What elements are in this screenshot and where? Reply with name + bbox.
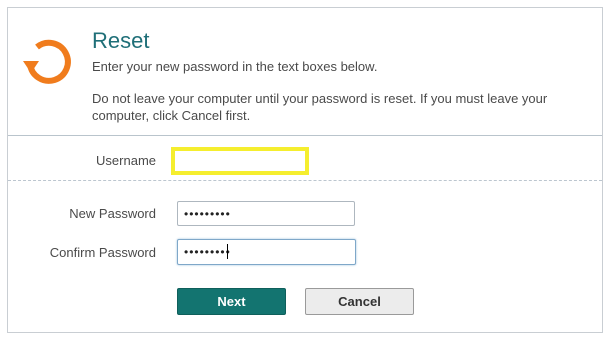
username-field[interactable] (171, 147, 309, 175)
cancel-button[interactable]: Cancel (305, 288, 414, 315)
header: Reset Enter your new password in the tex… (8, 8, 602, 136)
text-caret (227, 244, 228, 259)
confirm-password-label: Confirm Password (49, 245, 156, 260)
warning-text: Do not leave your computer until your pa… (92, 91, 548, 123)
reset-password-panel: Reset Enter your new password in the tex… (7, 7, 603, 333)
divider (8, 180, 602, 181)
new-password-field[interactable] (177, 201, 355, 226)
confirm-password-field[interactable] (177, 239, 356, 265)
page-subtitle: Enter your new password in the text boxe… (92, 59, 378, 74)
page-title: Reset (92, 28, 150, 53)
reset-icon (23, 39, 71, 84)
next-button[interactable]: Next (177, 288, 286, 315)
username-label: Username (96, 153, 156, 168)
new-password-label: New Password (69, 206, 156, 221)
